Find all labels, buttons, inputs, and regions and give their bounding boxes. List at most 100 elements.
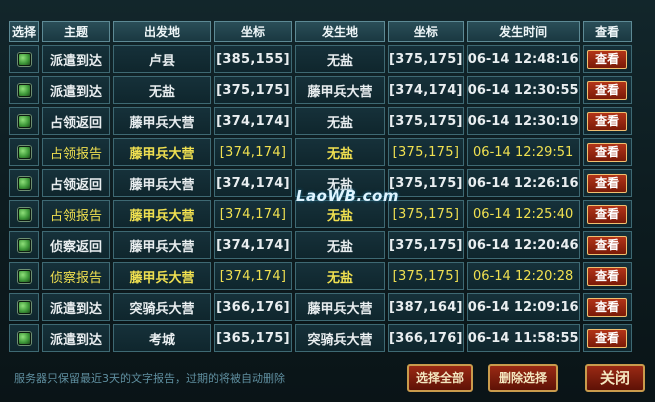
row-checkbox[interactable] bbox=[9, 138, 39, 166]
checkbox-icon[interactable] bbox=[17, 331, 31, 345]
row-target-coord: [375,175] bbox=[388, 107, 464, 135]
row-target: 藤甲兵大营 bbox=[295, 293, 385, 321]
view-button[interactable]: 查看 bbox=[587, 235, 628, 255]
table-row[interactable]: 派遣到达 考城 [365,175] 突骑兵大营 [366,176] 06-14 11:58… bbox=[9, 324, 632, 352]
header-target: 发生地 bbox=[295, 21, 385, 42]
row-subject: 占领报告 bbox=[42, 200, 110, 228]
row-subject: 侦察报告 bbox=[42, 262, 110, 290]
row-target-coord: [375,175] bbox=[388, 262, 464, 290]
table-row[interactable]: 占领报告 藤甲兵大营 [374,174] 无盐 [375,175] 06-14 12:29… bbox=[9, 138, 632, 166]
row-target-coord: [374,174] bbox=[388, 76, 464, 104]
view-button[interactable]: 查看 bbox=[587, 328, 628, 348]
row-target: 无盐 bbox=[295, 138, 385, 166]
table-row[interactable]: 派遣到达 卢县 [385,155] 无盐 [375,175] 06-14 12:48:16… bbox=[9, 45, 632, 73]
select-all-button[interactable]: 选择全部 bbox=[407, 364, 473, 392]
row-checkbox[interactable] bbox=[9, 200, 39, 228]
row-view[interactable]: 查看 bbox=[582, 262, 632, 290]
row-checkbox[interactable] bbox=[9, 107, 39, 135]
view-button[interactable]: 查看 bbox=[587, 142, 628, 162]
row-view[interactable]: 查看 bbox=[582, 169, 632, 197]
row-origin: 无盐 bbox=[113, 76, 211, 104]
row-checkbox[interactable] bbox=[9, 262, 39, 290]
row-view[interactable]: 查看 bbox=[582, 200, 632, 228]
row-target-coord: [366,176] bbox=[388, 324, 464, 352]
row-origin: 藤甲兵大营 bbox=[113, 231, 211, 259]
row-time: 06-14 11:58:55 bbox=[466, 324, 580, 352]
view-button[interactable]: 查看 bbox=[587, 266, 628, 286]
row-time: 06-14 12:20:46 bbox=[466, 231, 580, 259]
row-time: 06-14 12:48:16 bbox=[466, 45, 580, 73]
row-target: 无盐 bbox=[295, 107, 385, 135]
row-subject: 派遣到达 bbox=[42, 293, 110, 321]
row-checkbox[interactable] bbox=[9, 231, 39, 259]
row-origin-coord: [374,174] bbox=[214, 262, 292, 290]
row-origin: 藤甲兵大营 bbox=[113, 200, 211, 228]
row-time: 06-14 12:25:40 bbox=[466, 200, 580, 228]
watermark: LaoWB.com bbox=[296, 187, 399, 205]
checkbox-icon[interactable] bbox=[17, 238, 31, 252]
row-target-coord: [375,175] bbox=[388, 138, 464, 166]
row-origin-coord: [374,174] bbox=[214, 231, 292, 259]
view-button[interactable]: 查看 bbox=[587, 297, 628, 317]
header-origin-coord: 坐标 bbox=[214, 21, 292, 42]
row-origin: 考城 bbox=[113, 324, 211, 352]
row-origin: 藤甲兵大营 bbox=[113, 138, 211, 166]
row-subject: 派遣到达 bbox=[42, 324, 110, 352]
row-checkbox[interactable] bbox=[9, 76, 39, 104]
row-view[interactable]: 查看 bbox=[582, 76, 632, 104]
table-row[interactable]: 侦察返回 藤甲兵大营 [374,174] 无盐 [375,175] 06-14 12:20… bbox=[9, 231, 632, 259]
view-button[interactable]: 查看 bbox=[587, 111, 628, 131]
checkbox-icon[interactable] bbox=[17, 300, 31, 314]
row-view[interactable]: 查看 bbox=[582, 45, 632, 73]
delete-selected-button[interactable]: 删除选择 bbox=[488, 364, 558, 392]
header-subject: 主题 bbox=[42, 21, 110, 42]
checkbox-icon[interactable] bbox=[17, 83, 31, 97]
row-subject: 占领返回 bbox=[42, 107, 110, 135]
row-origin: 藤甲兵大营 bbox=[113, 107, 211, 135]
row-checkbox[interactable] bbox=[9, 324, 39, 352]
table-row[interactable]: 派遣到达 无盐 [375,175] 藤甲兵大营 [374,174] 06-14 12:30… bbox=[9, 76, 632, 104]
row-time: 06-14 12:20:28 bbox=[466, 262, 580, 290]
row-origin-coord: [374,174] bbox=[214, 200, 292, 228]
row-target: 无盐 bbox=[295, 45, 385, 73]
row-target-coord: [375,175] bbox=[388, 231, 464, 259]
view-button[interactable]: 查看 bbox=[587, 49, 628, 69]
row-origin-coord: [365,175] bbox=[214, 324, 292, 352]
checkbox-icon[interactable] bbox=[17, 207, 31, 221]
close-button[interactable]: 关闭 bbox=[585, 364, 645, 392]
header-select: 选择 bbox=[9, 21, 39, 42]
row-target: 无盐 bbox=[295, 231, 385, 259]
header-view: 查看 bbox=[582, 21, 632, 42]
row-time: 06-14 12:09:16 bbox=[466, 293, 580, 321]
row-time: 06-14 12:26:16 bbox=[466, 169, 580, 197]
row-subject: 侦察返回 bbox=[42, 231, 110, 259]
table-row[interactable]: 侦察报告 藤甲兵大营 [374,174] 无盐 [375,175] 06-14 12:20… bbox=[9, 262, 632, 290]
table-row[interactable]: 派遣到达 突骑兵大营 [366,176] 藤甲兵大营 [387,164] 06-14 12… bbox=[9, 293, 632, 321]
row-time: 06-14 12:29:51 bbox=[466, 138, 580, 166]
row-origin-coord: [366,176] bbox=[214, 293, 292, 321]
row-view[interactable]: 查看 bbox=[582, 324, 632, 352]
checkbox-icon[interactable] bbox=[17, 52, 31, 66]
table-row[interactable]: 占领返回 藤甲兵大营 [374,174] 无盐 [375,175] 06-14 12:30… bbox=[9, 107, 632, 135]
row-view[interactable]: 查看 bbox=[582, 138, 632, 166]
row-target-coord: [375,175] bbox=[388, 200, 464, 228]
row-checkbox[interactable] bbox=[9, 169, 39, 197]
row-checkbox[interactable] bbox=[9, 45, 39, 73]
row-target-coord: [387,164] bbox=[388, 293, 464, 321]
row-target: 无盐 bbox=[295, 262, 385, 290]
view-button[interactable]: 查看 bbox=[587, 204, 628, 224]
checkbox-icon[interactable] bbox=[17, 145, 31, 159]
row-checkbox[interactable] bbox=[9, 293, 39, 321]
row-origin-coord: [374,174] bbox=[214, 169, 292, 197]
view-button[interactable]: 查看 bbox=[587, 80, 628, 100]
checkbox-icon[interactable] bbox=[17, 114, 31, 128]
view-button[interactable]: 查看 bbox=[587, 173, 628, 193]
row-origin-coord: [375,175] bbox=[214, 76, 292, 104]
checkbox-icon[interactable] bbox=[17, 269, 31, 283]
row-target-coord: [375,175] bbox=[388, 45, 464, 73]
row-view[interactable]: 查看 bbox=[582, 231, 632, 259]
checkbox-icon[interactable] bbox=[17, 176, 31, 190]
row-view[interactable]: 查看 bbox=[582, 107, 632, 135]
row-origin-coord: [374,174] bbox=[214, 107, 292, 135]
row-view[interactable]: 查看 bbox=[582, 293, 632, 321]
